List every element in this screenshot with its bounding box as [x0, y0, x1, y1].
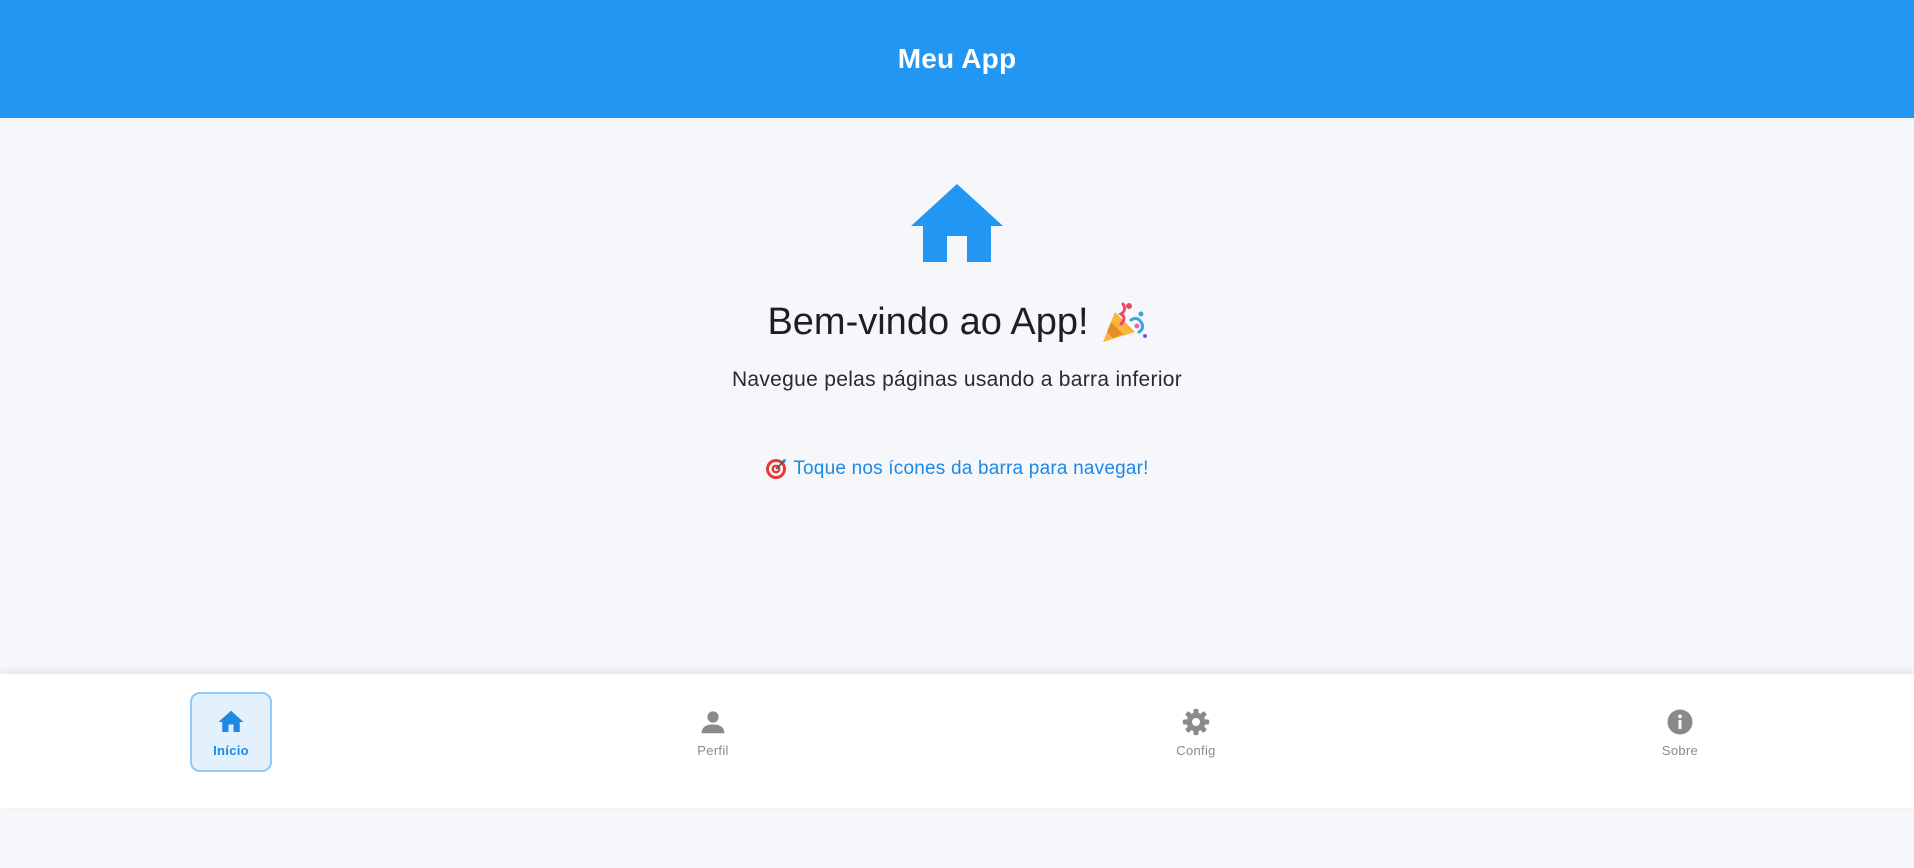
- party-popper-icon: [1101, 300, 1147, 344]
- person-icon: [701, 710, 725, 733]
- nav-item-sobre[interactable]: Sobre: [1639, 692, 1721, 772]
- nav-item-label: Sobre: [1661, 742, 1699, 758]
- info-icon: [1667, 709, 1693, 734]
- navigation-hint: Toque nos ícones da barra para navegar!: [765, 458, 1148, 480]
- home-page: Bem-vindo ao App! Navegue pelas páginas …: [0, 118, 1914, 674]
- nav-item-perfil[interactable]: Perfil: [672, 692, 754, 772]
- welcome-heading: Bem-vindo ao App!: [767, 300, 1147, 344]
- welcome-subtitle: Navegue pelas páginas usando a barra inf…: [731, 368, 1183, 391]
- navigation-hint-text: Toque nos ícones da barra para navegar!: [793, 458, 1149, 479]
- nav-item-inicio[interactable]: Início: [190, 692, 272, 772]
- app-bar: Meu App: [0, 0, 1914, 118]
- app-title: Meu App: [897, 43, 1017, 74]
- welcome-text: Bem-vindo ao App!: [767, 300, 1089, 343]
- app-root: Meu App Bem-vindo ao App! Navegue pelas …: [0, 0, 1914, 868]
- nav-item-label: Início: [213, 742, 249, 758]
- home-icon: [218, 710, 244, 732]
- nav-item-label: Perfil: [697, 742, 729, 758]
- bottom-navigation-bar: Início Perfil Config Sobre: [0, 674, 1914, 808]
- nav-item-config[interactable]: Config: [1155, 692, 1237, 772]
- target-icon: [766, 459, 787, 479]
- home-icon: [911, 184, 1003, 262]
- gear-icon: [1182, 708, 1210, 735]
- nav-item-label: Config: [1176, 742, 1216, 758]
